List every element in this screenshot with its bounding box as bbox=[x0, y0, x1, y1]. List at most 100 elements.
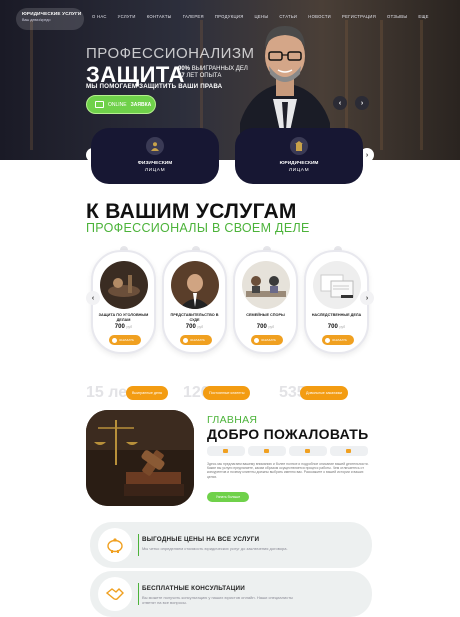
service-price: 700 руб bbox=[306, 324, 367, 330]
welcome-title: ДОБРО ПОЖАЛОВАТЬ bbox=[207, 426, 369, 442]
stat-value: 27 bbox=[178, 73, 185, 79]
price-currency: руб bbox=[197, 325, 204, 329]
social-link[interactable] bbox=[207, 446, 245, 456]
social-icon bbox=[264, 449, 269, 453]
hero-prev-arrow[interactable]: ‹ bbox=[333, 96, 347, 110]
hero-next-arrow[interactable]: › bbox=[355, 96, 369, 110]
services-carousel: ЗАЩИТА ПО УГОЛОВНЫМ ДЕЛАМ 700 руб ЗАКАЗА… bbox=[80, 244, 380, 354]
online-request-button[interactable]: ONLINE ЗАЯВКА bbox=[86, 95, 156, 114]
counter-label: Довольные заказчики bbox=[300, 386, 349, 400]
chevron-right-icon: › bbox=[365, 294, 369, 302]
learn-more-button[interactable]: Узнать больше bbox=[207, 492, 249, 502]
order-button[interactable]: ЗАКАЗАТЬ bbox=[180, 335, 212, 345]
card-title: ЮРИДИЧЕСКИМ bbox=[279, 161, 319, 166]
service-title: ЗАЩИТА ПО УГОЛОВНЫМ ДЕЛАМ bbox=[98, 313, 149, 322]
card-legal-entities[interactable]: ЮРИДИЧЕСКИМ ЛИЦАМ bbox=[235, 128, 363, 184]
feature-prices: ВЫГОДНЫЕ ЦЕНЫ НА ВСЕ УСЛУГИ Мы четко опр… bbox=[90, 522, 372, 568]
feature-divider bbox=[138, 534, 139, 556]
price-value: 700 bbox=[185, 324, 196, 330]
cta-light-label: ONLINE bbox=[108, 101, 127, 108]
building-icon bbox=[290, 137, 308, 155]
site-logo[interactable]: ЮРИДИЧЕСКИЕ УСЛУГИ Ваш девиз/кредо bbox=[16, 8, 84, 30]
nav-item-contacts[interactable]: Контакты bbox=[147, 14, 172, 19]
feature-title: БЕСПЛАТНЫЕ КОНСУЛЬТАЦИИ bbox=[142, 585, 245, 592]
chevron-right-icon: › bbox=[360, 99, 364, 107]
order-button[interactable]: ЗАКАЗАТЬ bbox=[251, 335, 283, 345]
service-title: СЕМЕЙНЫЕ СПОРЫ bbox=[246, 313, 285, 317]
cart-icon bbox=[183, 337, 188, 343]
social-icon bbox=[305, 449, 310, 453]
feature-divider bbox=[138, 583, 139, 605]
order-button[interactable]: ЗАКАЗАТЬ bbox=[322, 335, 354, 345]
card-title: ФИЗИЧЕСКИМ bbox=[137, 161, 173, 166]
nav-item-services[interactable]: Услуги bbox=[118, 14, 136, 19]
order-button[interactable]: ЗАКАЗАТЬ bbox=[109, 335, 141, 345]
hero-subtitle: МЫ ПОМОГАЕМ ЗАЩИТИТЬ ВАШИ ПРАВА bbox=[86, 83, 223, 90]
stat-label: ВЫИГРАННЫХ ДЕЛ bbox=[191, 66, 248, 72]
service-title: ПРЕДСТАВИТЕЛЬСТВО В СУДЕ bbox=[170, 313, 219, 322]
price-currency: руб bbox=[268, 325, 275, 329]
hero-stats: 90% ВЫИГРАННЫХ ДЕЛ 27 ЛЕТ ОПЫТА bbox=[178, 66, 248, 80]
price-value: 700 bbox=[327, 324, 338, 330]
cart-icon bbox=[325, 337, 330, 343]
social-icon bbox=[223, 449, 228, 453]
card-individuals[interactable]: ФИЗИЧЕСКИМ ЛИЦАМ bbox=[91, 128, 219, 184]
feature-title: ВЫГОДНЫЕ ЦЕНЫ НА ВСЕ УСЛУГИ bbox=[142, 536, 260, 543]
nav-item-more[interactable]: Еще bbox=[418, 14, 428, 19]
social-link[interactable] bbox=[289, 446, 327, 456]
nav-item-registration[interactable]: Регистрация bbox=[342, 14, 376, 19]
feature-text: Вы можете получить консультацию у наших … bbox=[142, 595, 293, 605]
chevron-left-icon: ‹ bbox=[338, 99, 342, 107]
order-label: ЗАКАЗАТЬ bbox=[190, 338, 205, 342]
person-icon bbox=[146, 137, 164, 155]
hero-kicker: ПРОФЕССИОНАЛИЗМ bbox=[86, 45, 255, 62]
stat-label: ЛЕТ ОПЫТА bbox=[186, 73, 222, 79]
nav-item-about[interactable]: О нас bbox=[92, 14, 107, 19]
service-card[interactable]: СЕМЕЙНЫЕ СПОРЫ 700 руб ЗАКАЗАТЬ bbox=[233, 250, 298, 354]
monitor-icon bbox=[95, 101, 104, 108]
cta-bold-label: ЗАЯВКА bbox=[130, 101, 152, 108]
service-image bbox=[242, 261, 290, 309]
social-link[interactable] bbox=[248, 446, 286, 456]
order-label: ЗАКАЗАТЬ bbox=[119, 338, 134, 342]
social-icon bbox=[346, 449, 351, 453]
services-subtitle: ПРОФЕССИОНАЛЫ В СВОЕМ ДЕЛЕ bbox=[86, 221, 310, 235]
welcome-text: Здесь мы предлагаем вашему вниманию и бо… bbox=[207, 462, 369, 479]
service-image bbox=[313, 261, 361, 309]
nav-item-reviews[interactable]: Отзывы bbox=[387, 14, 407, 19]
nav-item-gallery[interactable]: Галерея bbox=[183, 14, 204, 19]
chevron-right-icon: › bbox=[365, 151, 369, 159]
service-title: НАСЛЕДСТВЕННЫЕ ДЕЛА bbox=[311, 313, 362, 317]
logo-title: ЮРИДИЧЕСКИЕ УСЛУГИ bbox=[22, 11, 82, 16]
handshake-icon bbox=[98, 577, 132, 611]
service-card[interactable]: ЗАЩИТА ПО УГОЛОВНЫМ ДЕЛАМ 700 руб ЗАКАЗА… bbox=[91, 250, 156, 354]
card-subtitle: ЛИЦАМ bbox=[144, 168, 166, 173]
services-next-arrow[interactable]: › bbox=[360, 291, 374, 305]
logo-subtitle: Ваш девиз/кредо bbox=[22, 18, 51, 22]
cart-icon bbox=[254, 337, 259, 343]
service-price: 700 руб bbox=[235, 324, 296, 330]
service-price: 700 руб bbox=[164, 324, 225, 330]
services-prev-arrow[interactable]: ‹ bbox=[86, 291, 100, 305]
service-image bbox=[100, 261, 148, 309]
order-label: ЗАКАЗАТЬ bbox=[332, 338, 347, 342]
welcome-kicker: ГЛАВНАЯ bbox=[207, 414, 258, 426]
card-subtitle: ЛИЦАМ bbox=[288, 168, 310, 173]
stat-value: 90% bbox=[178, 66, 191, 72]
feature-text: Мы четко определяем стоимость юридически… bbox=[142, 546, 288, 551]
chevron-left-icon: ‹ bbox=[91, 294, 95, 302]
price-currency: руб bbox=[126, 325, 133, 329]
counter-label: Постоянные клиенты bbox=[203, 386, 251, 400]
hero-banner: ЮРИДИЧЕСКИЕ УСЛУГИ Ваш девиз/кредо О нас… bbox=[0, 0, 460, 160]
service-price: 700 руб bbox=[93, 324, 154, 330]
price-value: 700 bbox=[256, 324, 267, 330]
feature-consultation: БЕСПЛАТНЫЕ КОНСУЛЬТАЦИИ Вы можете получи… bbox=[90, 571, 372, 617]
social-link[interactable] bbox=[330, 446, 368, 456]
cart-icon bbox=[112, 337, 117, 343]
service-card[interactable]: НАСЛЕДСТВЕННЫЕ ДЕЛА 700 руб ЗАКАЗАТЬ bbox=[304, 250, 369, 354]
counter-label: Выигранные дела bbox=[126, 386, 168, 400]
price-currency: руб bbox=[339, 325, 346, 329]
service-image bbox=[171, 261, 219, 309]
order-label: ЗАКАЗАТЬ bbox=[261, 338, 276, 342]
service-card[interactable]: ПРЕДСТАВИТЕЛЬСТВО В СУДЕ 700 руб ЗАКАЗАТ… bbox=[162, 250, 227, 354]
